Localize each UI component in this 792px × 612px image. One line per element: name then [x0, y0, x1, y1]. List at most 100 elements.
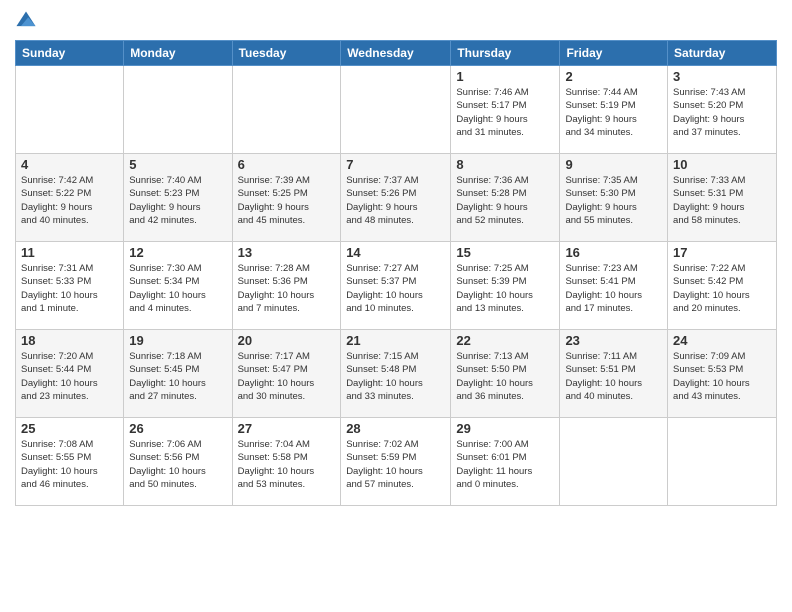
calendar-cell: 21 Sunrise: 7:15 AMSunset: 5:48 PMDayligh…	[341, 330, 451, 418]
calendar-cell	[232, 66, 341, 154]
day-number: 5	[129, 157, 226, 172]
day-number: 13	[238, 245, 336, 260]
day-info: Sunrise: 7:06 AMSunset: 5:56 PMDaylight:…	[129, 438, 226, 491]
calendar-cell: 29 Sunrise: 7:00 AMSunset: 6:01 PMDayligh…	[451, 418, 560, 506]
day-number: 7	[346, 157, 445, 172]
day-number: 12	[129, 245, 226, 260]
day-info: Sunrise: 7:18 AMSunset: 5:45 PMDaylight:…	[129, 350, 226, 403]
calendar-cell: 17 Sunrise: 7:22 AMSunset: 5:42 PMDayligh…	[668, 242, 777, 330]
day-number: 24	[673, 333, 771, 348]
day-number: 29	[456, 421, 554, 436]
calendar-cell: 5 Sunrise: 7:40 AMSunset: 5:23 PMDaylight…	[124, 154, 232, 242]
day-info: Sunrise: 7:00 AMSunset: 6:01 PMDaylight:…	[456, 438, 554, 491]
day-info: Sunrise: 7:40 AMSunset: 5:23 PMDaylight:…	[129, 174, 226, 227]
calendar-cell: 23 Sunrise: 7:11 AMSunset: 5:51 PMDayligh…	[560, 330, 668, 418]
day-info: Sunrise: 7:39 AMSunset: 5:25 PMDaylight:…	[238, 174, 336, 227]
calendar-week-row: 11 Sunrise: 7:31 AMSunset: 5:33 PMDayligh…	[16, 242, 777, 330]
day-info: Sunrise: 7:36 AMSunset: 5:28 PMDaylight:…	[456, 174, 554, 227]
calendar-day-header: Saturday	[668, 41, 777, 66]
calendar-day-header: Sunday	[16, 41, 124, 66]
day-info: Sunrise: 7:33 AMSunset: 5:31 PMDaylight:…	[673, 174, 771, 227]
calendar-cell: 1Sunrise: 7:46 AMSunset: 5:17 PMDaylight…	[451, 66, 560, 154]
calendar-cell: 24 Sunrise: 7:09 AMSunset: 5:53 PMDayligh…	[668, 330, 777, 418]
day-info: Sunrise: 7:08 AMSunset: 5:55 PMDaylight:…	[21, 438, 118, 491]
day-number: 4	[21, 157, 118, 172]
day-number: 18	[21, 333, 118, 348]
calendar-cell: 10 Sunrise: 7:33 AMSunset: 5:31 PMDayligh…	[668, 154, 777, 242]
calendar-table: SundayMondayTuesdayWednesdayThursdayFrid…	[15, 40, 777, 506]
calendar-cell: 28Sunrise: 7:02 AMSunset: 5:59 PMDayligh…	[341, 418, 451, 506]
calendar-cell: 8Sunrise: 7:36 AMSunset: 5:28 PMDaylight…	[451, 154, 560, 242]
calendar-header-row: SundayMondayTuesdayWednesdayThursdayFrid…	[16, 41, 777, 66]
calendar-day-header: Tuesday	[232, 41, 341, 66]
day-info: Sunrise: 7:43 AMSunset: 5:20 PMDaylight:…	[673, 86, 771, 139]
day-number: 17	[673, 245, 771, 260]
calendar-cell	[16, 66, 124, 154]
day-info: Sunrise: 7:37 AMSunset: 5:26 PMDaylight:…	[346, 174, 445, 227]
calendar-day-header: Monday	[124, 41, 232, 66]
calendar-cell: 14 Sunrise: 7:27 AMSunset: 5:37 PMDayligh…	[341, 242, 451, 330]
calendar-cell: 20 Sunrise: 7:17 AMSunset: 5:47 PMDayligh…	[232, 330, 341, 418]
day-info: Sunrise: 7:35 AMSunset: 5:30 PMDaylight:…	[565, 174, 662, 227]
calendar-cell: 6Sunrise: 7:39 AMSunset: 5:25 PMDaylight…	[232, 154, 341, 242]
day-number: 1	[456, 69, 554, 84]
day-info: Sunrise: 7:25 AMSunset: 5:39 PMDaylight:…	[456, 262, 554, 315]
day-info: Sunrise: 7:17 AMSunset: 5:47 PMDaylight:…	[238, 350, 336, 403]
calendar-cell: 26Sunrise: 7:06 AMSunset: 5:56 PMDayligh…	[124, 418, 232, 506]
calendar-week-row: 25 Sunrise: 7:08 AMSunset: 5:55 PMDayligh…	[16, 418, 777, 506]
day-number: 21	[346, 333, 445, 348]
day-number: 11	[21, 245, 118, 260]
day-info: Sunrise: 7:04 AMSunset: 5:58 PMDaylight:…	[238, 438, 336, 491]
day-info: Sunrise: 7:20 AMSunset: 5:44 PMDaylight:…	[21, 350, 118, 403]
day-number: 20	[238, 333, 336, 348]
day-number: 23	[565, 333, 662, 348]
calendar-cell: 19 Sunrise: 7:18 AMSunset: 5:45 PMDayligh…	[124, 330, 232, 418]
calendar-cell	[341, 66, 451, 154]
calendar-cell	[560, 418, 668, 506]
calendar-cell	[124, 66, 232, 154]
day-info: Sunrise: 7:23 AMSunset: 5:41 PMDaylight:…	[565, 262, 662, 315]
day-info: Sunrise: 7:27 AMSunset: 5:37 PMDaylight:…	[346, 262, 445, 315]
day-number: 22	[456, 333, 554, 348]
calendar-day-header: Wednesday	[341, 41, 451, 66]
calendar-cell: 3 Sunrise: 7:43 AMSunset: 5:20 PMDaylight…	[668, 66, 777, 154]
calendar-cell: 12 Sunrise: 7:30 AMSunset: 5:34 PMDayligh…	[124, 242, 232, 330]
day-number: 16	[565, 245, 662, 260]
page: SundayMondayTuesdayWednesdayThursdayFrid…	[0, 0, 792, 612]
day-number: 14	[346, 245, 445, 260]
day-info: Sunrise: 7:31 AMSunset: 5:33 PMDaylight:…	[21, 262, 118, 315]
day-number: 2	[565, 69, 662, 84]
day-info: Sunrise: 7:28 AMSunset: 5:36 PMDaylight:…	[238, 262, 336, 315]
day-number: 3	[673, 69, 771, 84]
calendar-cell: 15 Sunrise: 7:25 AMSunset: 5:39 PMDayligh…	[451, 242, 560, 330]
calendar-cell: 7 Sunrise: 7:37 AMSunset: 5:26 PMDaylight…	[341, 154, 451, 242]
calendar-cell	[668, 418, 777, 506]
calendar-cell: 27 Sunrise: 7:04 AMSunset: 5:58 PMDayligh…	[232, 418, 341, 506]
day-info: Sunrise: 7:22 AMSunset: 5:42 PMDaylight:…	[673, 262, 771, 315]
day-info: Sunrise: 7:15 AMSunset: 5:48 PMDaylight:…	[346, 350, 445, 403]
calendar-cell: 13 Sunrise: 7:28 AMSunset: 5:36 PMDayligh…	[232, 242, 341, 330]
day-number: 15	[456, 245, 554, 260]
calendar-cell: 4 Sunrise: 7:42 AMSunset: 5:22 PMDaylight…	[16, 154, 124, 242]
calendar-day-header: Thursday	[451, 41, 560, 66]
day-info: Sunrise: 7:42 AMSunset: 5:22 PMDaylight:…	[21, 174, 118, 227]
calendar-day-header: Friday	[560, 41, 668, 66]
day-info: Sunrise: 7:02 AMSunset: 5:59 PMDaylight:…	[346, 438, 445, 491]
calendar-week-row: 18 Sunrise: 7:20 AMSunset: 5:44 PMDayligh…	[16, 330, 777, 418]
calendar-week-row: 1Sunrise: 7:46 AMSunset: 5:17 PMDaylight…	[16, 66, 777, 154]
logo-icon	[15, 10, 37, 32]
calendar-cell: 2Sunrise: 7:44 AMSunset: 5:19 PMDaylight…	[560, 66, 668, 154]
calendar-cell: 25 Sunrise: 7:08 AMSunset: 5:55 PMDayligh…	[16, 418, 124, 506]
logo	[15, 10, 39, 32]
calendar-cell: 16 Sunrise: 7:23 AMSunset: 5:41 PMDayligh…	[560, 242, 668, 330]
day-info: Sunrise: 7:11 AMSunset: 5:51 PMDaylight:…	[565, 350, 662, 403]
day-number: 9	[565, 157, 662, 172]
day-number: 19	[129, 333, 226, 348]
calendar-cell: 18 Sunrise: 7:20 AMSunset: 5:44 PMDayligh…	[16, 330, 124, 418]
day-info: Sunrise: 7:30 AMSunset: 5:34 PMDaylight:…	[129, 262, 226, 315]
day-number: 10	[673, 157, 771, 172]
calendar-cell: 9 Sunrise: 7:35 AMSunset: 5:30 PMDaylight…	[560, 154, 668, 242]
day-info: Sunrise: 7:09 AMSunset: 5:53 PMDaylight:…	[673, 350, 771, 403]
day-number: 25	[21, 421, 118, 436]
day-number: 27	[238, 421, 336, 436]
